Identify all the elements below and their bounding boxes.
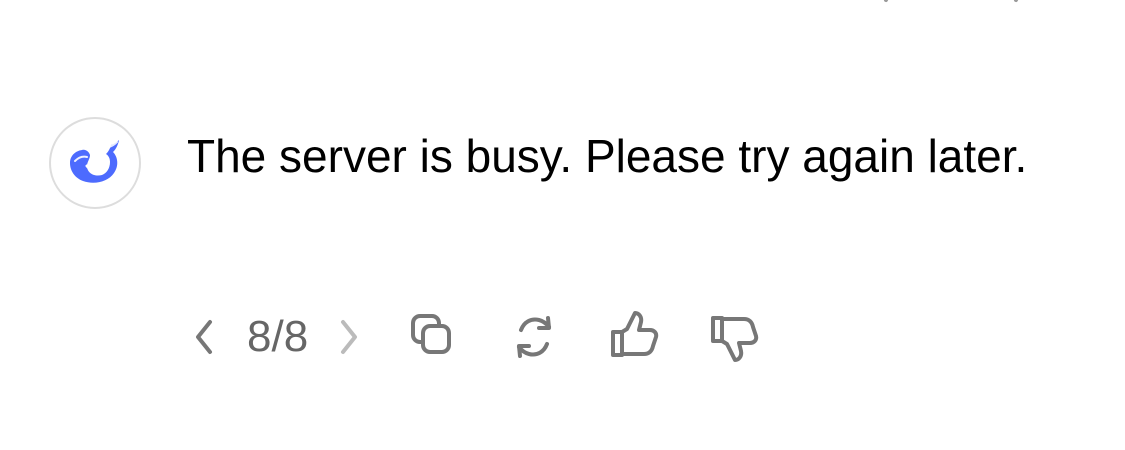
- assistant-message-text: The server is busy. Please try again lat…: [187, 130, 1028, 182]
- assistant-avatar: [49, 117, 141, 209]
- deepseek-whale-icon: [67, 135, 123, 191]
- dislike-button[interactable]: [702, 305, 766, 369]
- chevron-right-icon: [336, 317, 362, 357]
- response-count: 8/8: [247, 312, 309, 361]
- thumbs-down-icon: [705, 308, 763, 366]
- refresh-icon: [505, 308, 563, 366]
- copy-icon: [405, 308, 463, 366]
- regenerate-button[interactable]: [502, 305, 566, 369]
- chevron-left-icon: [191, 317, 217, 357]
- message-actions: 8/8: [187, 308, 766, 366]
- thumbs-up-icon: [605, 308, 663, 366]
- copy-button[interactable]: [402, 305, 466, 369]
- next-response-button[interactable]: [332, 315, 366, 359]
- previous-response-button[interactable]: [187, 315, 221, 359]
- response-pager: 8/8: [187, 308, 366, 366]
- like-button[interactable]: [602, 305, 666, 369]
- previous-message-fragment: [860, 0, 1060, 6]
